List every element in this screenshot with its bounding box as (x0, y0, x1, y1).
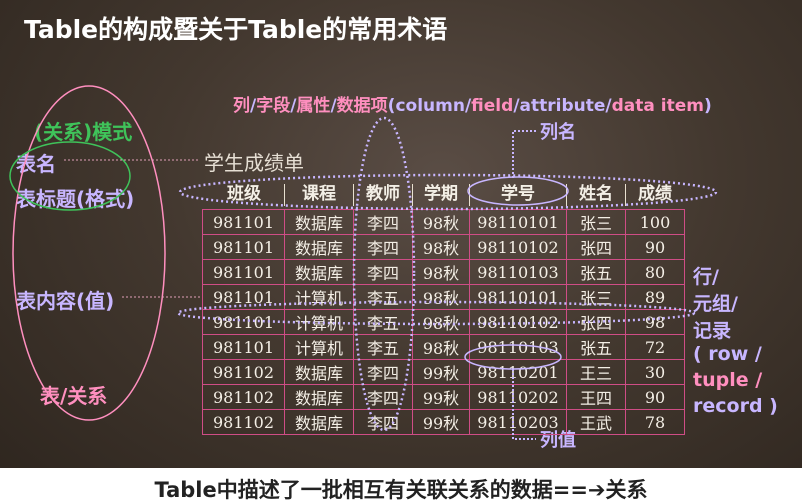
column-name-bracket (512, 130, 536, 178)
column-name-ellipse (467, 176, 569, 206)
column-value-bracket (512, 369, 536, 440)
column-ellipse (352, 116, 416, 432)
bottom-caption: Table中描述了一批相互有关联关系的数据==➔关系 (154, 478, 648, 502)
schema-ellipse (9, 141, 131, 211)
slide: { "title": "Table的构成暨关于Table的常用术语", "col… (0, 0, 802, 502)
row-ellipse (176, 300, 696, 326)
relation-ellipse (12, 85, 166, 421)
bottom-bar: Table中描述了一批相互有关联关系的数据==➔关系 (0, 468, 802, 502)
annotation-overlay (9, 85, 718, 440)
column-value-ellipse (464, 344, 562, 370)
header-ellipse (178, 173, 718, 211)
